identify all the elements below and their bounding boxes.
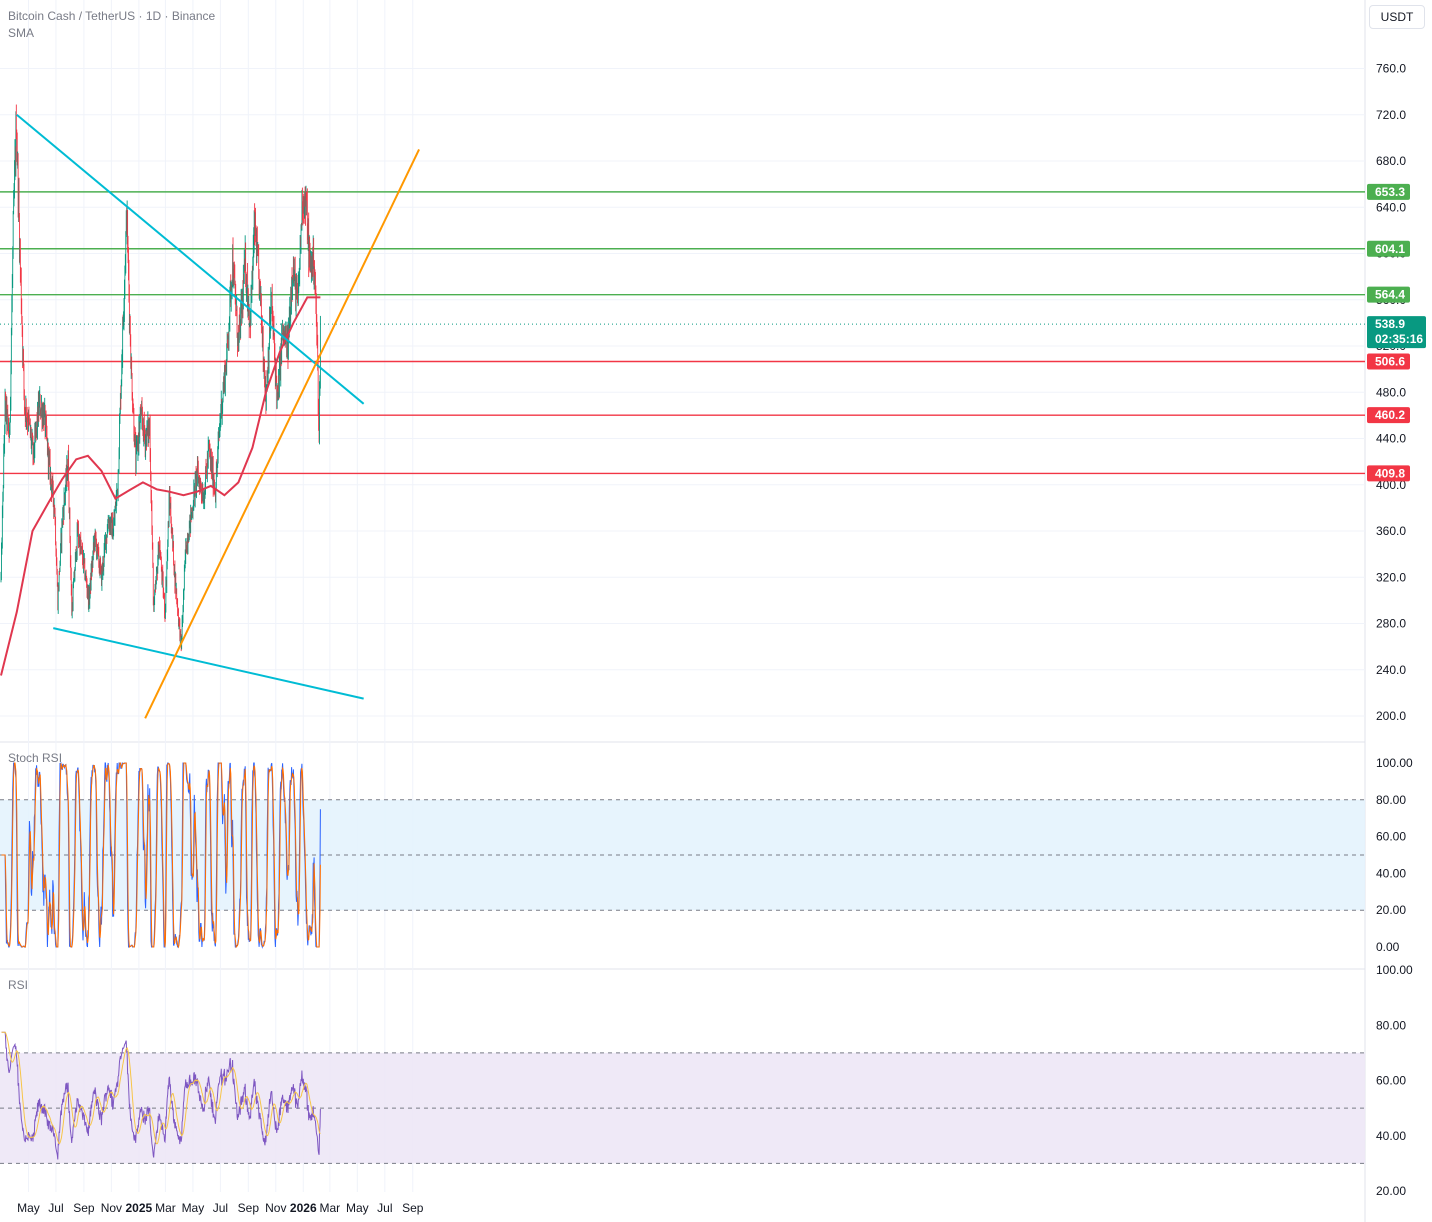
rsi-tick-label: 80.00 [1376, 1018, 1406, 1032]
rsi-tick-label: 40.00 [1376, 1129, 1406, 1143]
chart-canvas[interactable]: May Jul Sep Nov 2025 Mar May Jul Sep Nov 2026 Mar Ma… [0, 0, 1432, 1222]
y-tick-label: 360.0 [1376, 524, 1406, 538]
y-tick-label: 680.0 [1376, 154, 1406, 168]
stoch-tick-label: 20.00 [1376, 903, 1406, 917]
x-tick-label: May [182, 1201, 205, 1215]
y-tick-label: 240.0 [1376, 663, 1406, 677]
level-badge-label: 409.8 [1375, 466, 1405, 480]
axes: May Jul Sep Nov 2025 Mar May Jul Sep Nov 2026 Mar Ma… [17, 62, 1413, 1216]
x-tick-label: Jul [213, 1201, 228, 1215]
stoch-tick-label: 100.00 [1376, 756, 1413, 770]
x-tick-label: Nov [101, 1201, 122, 1215]
x-tick-label: Sep [238, 1201, 260, 1215]
rsi-title: RSI [8, 978, 29, 992]
trendlines [16, 113, 420, 719]
x-tick-label: 2026 [290, 1201, 317, 1215]
y-tick-label: 200.0 [1376, 709, 1406, 723]
currency-button[interactable]: USDT [1369, 5, 1425, 29]
trendline [53, 627, 364, 700]
x-tick-label: Sep [402, 1201, 424, 1215]
stoch-tick-label: 60.00 [1376, 830, 1406, 844]
y-tick-label: 720.0 [1376, 108, 1406, 122]
x-tick-label: 2025 [126, 1201, 153, 1215]
x-tick-label: May [346, 1201, 369, 1215]
level-badge-label: 506.6 [1375, 354, 1405, 368]
rsi-tick-label: 20.00 [1376, 1184, 1406, 1198]
level-badge-label: 564.4 [1375, 288, 1405, 302]
indicator-label: SMA [8, 26, 35, 40]
stoch-tick-label: 80.00 [1376, 793, 1406, 807]
y-tick-label: 760.0 [1376, 62, 1406, 76]
level-badge-label: 604.1 [1375, 242, 1405, 256]
x-tick-label: Nov [265, 1201, 286, 1215]
rsi-tick-label: 100.00 [1376, 963, 1413, 977]
x-tick-label: May [17, 1201, 40, 1215]
countdown-label: 02:35:16 [1375, 332, 1423, 346]
sma-line [0, 296, 321, 676]
symbol-title: Bitcoin Cash / TetherUS · 1D · Binance [8, 9, 216, 23]
x-tick-label: Mar [320, 1201, 341, 1215]
candles [0, 104, 321, 652]
level-badge-label: 460.2 [1375, 408, 1405, 422]
y-tick-label: 640.0 [1376, 200, 1406, 214]
y-tick-label: 440.0 [1376, 432, 1406, 446]
chart-header: Bitcoin Cash / TetherUS · 1D · Binance S… [8, 8, 215, 42]
stoch-rsi-title: Stoch RSI [8, 751, 63, 765]
rsi-tick-label: 60.00 [1376, 1074, 1406, 1088]
x-tick-label: Sep [73, 1201, 95, 1215]
last-price-label: 538.9 [1375, 317, 1405, 331]
x-tick-label: Jul [377, 1201, 392, 1215]
y-tick-label: 320.0 [1376, 570, 1406, 584]
trendline [144, 149, 420, 719]
y-tick-label: 480.0 [1376, 385, 1406, 399]
stoch-tick-label: 0.00 [1376, 940, 1400, 954]
grid-layer [0, 0, 1366, 1222]
x-tick-label: Mar [155, 1201, 176, 1215]
sma-layer [0, 296, 321, 676]
level-badge-label: 653.3 [1375, 185, 1405, 199]
y-tick-label: 280.0 [1376, 617, 1406, 631]
horizontal-levels [0, 191, 1365, 475]
stoch-tick-label: 40.00 [1376, 866, 1406, 880]
x-tick-label: Jul [48, 1201, 63, 1215]
